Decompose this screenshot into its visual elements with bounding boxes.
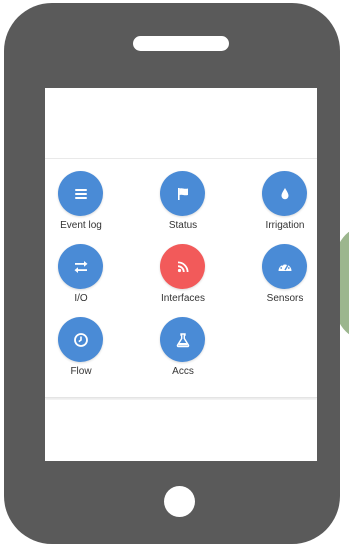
- io-icon-circle: [58, 244, 103, 289]
- accs-icon-circle: [160, 317, 205, 362]
- illustration-stage: Event log Status Irrigation I/O Interfac…: [0, 0, 349, 548]
- menu-tile-event-log[interactable]: Event log: [45, 171, 131, 241]
- menu-tile-irrigation[interactable]: Irrigation: [235, 171, 317, 241]
- menu-grid: Event log Status Irrigation I/O Interfac…: [45, 159, 317, 398]
- menu-tile-label: Irrigation: [265, 220, 305, 231]
- list-icon: [74, 188, 87, 199]
- flask-icon: [176, 332, 189, 347]
- menu-tile-label: Interfaces: [161, 293, 205, 304]
- menu-tile-label: Status: [168, 220, 198, 231]
- rss-signal-icon: [177, 261, 188, 272]
- menu-tile-label: Sensors: [266, 293, 304, 304]
- menu-tile-status[interactable]: Status: [133, 171, 233, 241]
- phone-speaker: [133, 36, 229, 51]
- flag-icon: [177, 187, 188, 200]
- menu-tile-flow[interactable]: Flow: [45, 317, 131, 387]
- menu-tile-io[interactable]: I/O: [45, 244, 131, 314]
- clock-icon: [73, 332, 88, 347]
- water-drop-icon: [281, 187, 288, 199]
- phone-frame: Event log Status Irrigation I/O Interfac…: [4, 3, 340, 544]
- menu-tile-label: Event log: [60, 220, 102, 231]
- sensors-icon-circle: [262, 244, 307, 289]
- menu-tile-interfaces[interactable]: Interfaces: [133, 244, 233, 314]
- menu-tile-label: Accs: [172, 366, 194, 377]
- menu-tile-label: Flow: [70, 366, 92, 377]
- irrigation-icon-circle: [262, 171, 307, 216]
- screen-header-area: [45, 88, 317, 159]
- menu-tile-accs[interactable]: Accs: [133, 317, 233, 387]
- event-log-icon-circle: [58, 171, 103, 216]
- gauge-icon: [278, 262, 291, 271]
- flow-icon-circle: [58, 317, 103, 362]
- status-icon-circle: [160, 171, 205, 216]
- home-button[interactable]: [164, 486, 195, 517]
- menu-tile-sensors[interactable]: Sensors: [235, 244, 317, 314]
- menu-tile-label: I/O: [74, 293, 88, 304]
- screen-footer-area: [45, 400, 317, 461]
- phone-screen: Event log Status Irrigation I/O Interfac…: [45, 88, 317, 461]
- swap-arrows-icon: [74, 260, 87, 273]
- interfaces-icon-circle: [160, 244, 205, 289]
